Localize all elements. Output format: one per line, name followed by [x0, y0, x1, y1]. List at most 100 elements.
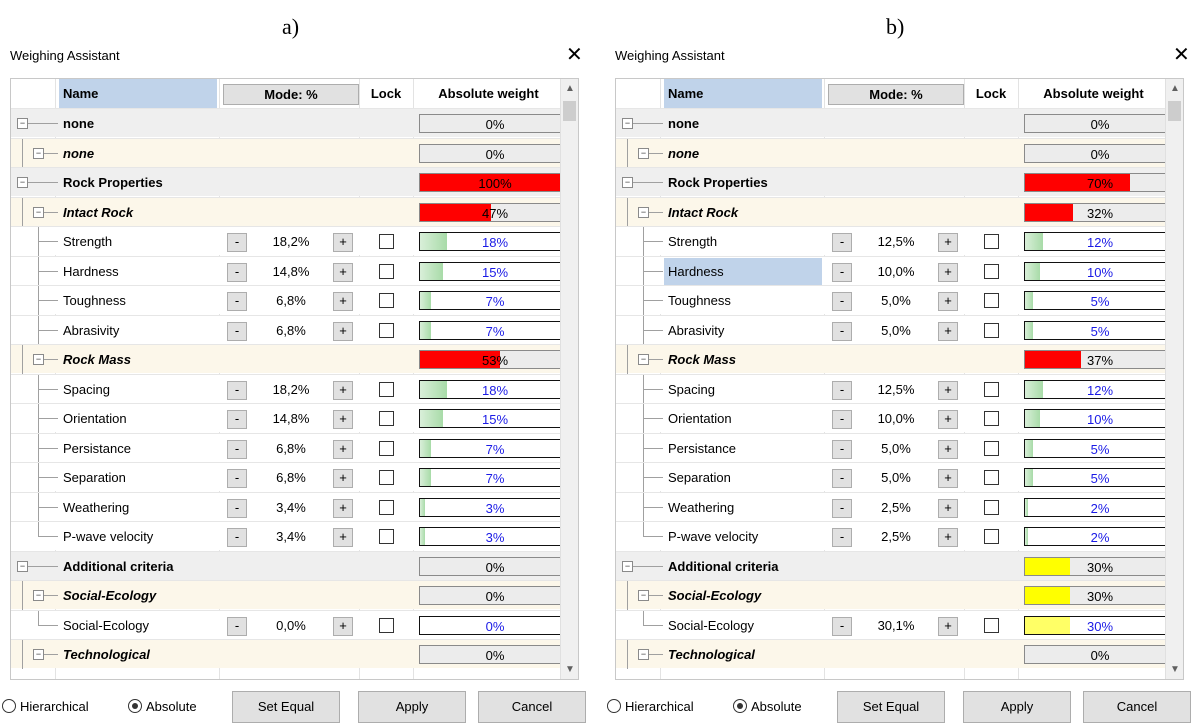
lock-checkbox[interactable]	[984, 617, 999, 633]
apply-button[interactable]: Apply	[358, 691, 466, 723]
decrease-button[interactable]: -	[227, 233, 247, 252]
decrease-button[interactable]: -	[832, 292, 852, 311]
cancel-button[interactable]: Cancel	[478, 691, 586, 723]
criterion-row[interactable]: Separation - 6,8% +7%	[11, 462, 571, 492]
group-row[interactable]: − Technological 0%	[11, 639, 571, 669]
criterion-row[interactable]: Hardness - 14,8% +15%	[11, 255, 571, 286]
mode-button[interactable]: Mode: %	[223, 84, 359, 105]
lock-checkbox[interactable]	[984, 470, 999, 485]
increase-button[interactable]: +	[333, 262, 353, 282]
lock-checkbox[interactable]	[379, 411, 394, 426]
criterion-row[interactable]: Abrasivity - 5,0% +5%	[616, 314, 1176, 345]
close-icon[interactable]: ✕	[1173, 43, 1190, 67]
criterion-row[interactable]: Abrasivity - 6,8% +7%	[11, 314, 571, 345]
criterion-row[interactable]: Strength - 12,5% +12%	[616, 226, 1176, 256]
decrease-button[interactable]: -	[227, 292, 247, 311]
lock-checkbox[interactable]	[984, 322, 999, 338]
radio-hierarchical[interactable]: Hierarchical	[607, 699, 694, 714]
collapse-tree-icon[interactable]: −	[33, 147, 44, 159]
criterion-row[interactable]: Persistance - 5,0% +5%	[616, 432, 1176, 463]
group-row[interactable]: − Additional criteria 0%	[11, 550, 571, 580]
increase-button[interactable]: +	[938, 498, 958, 518]
radio-absolute[interactable]: Absolute	[733, 699, 802, 714]
criterion-row[interactable]: Separation - 5,0% +5%	[616, 462, 1176, 492]
decrease-button[interactable]: -	[227, 616, 247, 636]
decrease-button[interactable]: -	[227, 439, 247, 459]
collapse-tree-icon[interactable]: −	[638, 206, 649, 218]
criterion-row[interactable]: Weathering - 3,4% +3%	[11, 491, 571, 522]
criterion-row[interactable]: Strength - 18,2% +18%	[11, 226, 571, 256]
decrease-button[interactable]: -	[227, 469, 247, 488]
mode-button[interactable]: Mode: %	[828, 84, 964, 105]
decrease-button[interactable]: -	[227, 262, 247, 282]
decrease-button[interactable]: -	[227, 380, 247, 400]
lock-checkbox[interactable]	[379, 529, 394, 544]
increase-button[interactable]: +	[333, 321, 353, 341]
criterion-row[interactable]: Persistance - 6,8% +7%	[11, 432, 571, 463]
group-row[interactable]: − none 0%	[616, 108, 1176, 137]
group-row[interactable]: − Rock Properties 70%	[616, 167, 1176, 196]
decrease-button[interactable]: -	[832, 616, 852, 636]
increase-button[interactable]: +	[333, 380, 353, 400]
criterion-row[interactable]: Toughness - 5,0% +5%	[616, 285, 1176, 315]
increase-button[interactable]: +	[938, 528, 958, 547]
decrease-button[interactable]: -	[227, 498, 247, 518]
decrease-button[interactable]: -	[832, 410, 852, 429]
lock-checkbox[interactable]	[379, 293, 394, 308]
lock-checkbox[interactable]	[379, 322, 394, 338]
radio-circle-icon[interactable]	[733, 699, 747, 713]
lock-checkbox[interactable]	[984, 440, 999, 456]
increase-button[interactable]: +	[938, 616, 958, 636]
group-row[interactable]: − Social-Ecology 0%	[11, 580, 571, 610]
column-header-name[interactable]: Name	[59, 79, 217, 108]
increase-button[interactable]: +	[333, 233, 353, 252]
group-row[interactable]: − Intact Rock 32%	[616, 196, 1176, 227]
scroll-thumb[interactable]	[563, 101, 576, 121]
close-icon[interactable]: ✕	[566, 43, 583, 67]
collapse-tree-icon[interactable]: −	[33, 206, 44, 218]
criterion-row[interactable]: Weathering - 2,5% +2%	[616, 491, 1176, 522]
group-row[interactable]: − Rock Mass 37%	[616, 344, 1176, 374]
lock-checkbox[interactable]	[984, 381, 999, 397]
collapse-tree-icon[interactable]: −	[17, 560, 28, 572]
criterion-row[interactable]: Spacing - 12,5% +12%	[616, 373, 1176, 404]
decrease-button[interactable]: -	[832, 498, 852, 518]
decrease-button[interactable]: -	[227, 528, 247, 547]
vertical-scrollbar[interactable]: ▲ ▼	[560, 79, 578, 679]
criterion-row[interactable]: Hardness - 10,0% +10%	[616, 255, 1176, 286]
increase-button[interactable]: +	[938, 410, 958, 429]
increase-button[interactable]: +	[333, 292, 353, 311]
criterion-row[interactable]: Orientation - 10,0% +10%	[616, 403, 1176, 433]
increase-button[interactable]: +	[938, 233, 958, 252]
increase-button[interactable]: +	[938, 439, 958, 459]
vertical-scrollbar[interactable]: ▲ ▼	[1165, 79, 1183, 679]
lock-checkbox[interactable]	[379, 234, 394, 249]
scroll-up-icon[interactable]: ▲	[565, 83, 575, 94]
collapse-tree-icon[interactable]: −	[638, 354, 649, 365]
lock-checkbox[interactable]	[984, 293, 999, 308]
group-row[interactable]: − none 0%	[11, 137, 571, 168]
criterion-row[interactable]: P-wave velocity - 3,4% +3%	[11, 521, 571, 550]
scroll-down-icon[interactable]: ▼	[565, 664, 575, 675]
criterion-row[interactable]: Social-Ecology - 30,1% +30%	[616, 609, 1176, 639]
increase-button[interactable]: +	[333, 498, 353, 518]
criterion-row[interactable]: Toughness - 6,8% +7%	[11, 285, 571, 315]
collapse-tree-icon[interactable]: −	[33, 649, 44, 660]
collapse-tree-icon[interactable]: −	[622, 560, 633, 572]
increase-button[interactable]: +	[938, 262, 958, 282]
decrease-button[interactable]: -	[227, 321, 247, 341]
lock-checkbox[interactable]	[984, 529, 999, 544]
increase-button[interactable]: +	[938, 469, 958, 488]
radio-circle-icon[interactable]	[607, 699, 621, 713]
radio-hierarchical[interactable]: Hierarchical	[2, 699, 89, 714]
lock-checkbox[interactable]	[984, 411, 999, 426]
lock-checkbox[interactable]	[984, 499, 999, 515]
lock-checkbox[interactable]	[379, 617, 394, 633]
decrease-button[interactable]: -	[832, 262, 852, 282]
group-row[interactable]: − Social-Ecology 30%	[616, 580, 1176, 610]
group-row[interactable]: − Rock Properties 100%	[11, 167, 571, 196]
scroll-thumb[interactable]	[1168, 101, 1181, 121]
increase-button[interactable]: +	[938, 321, 958, 341]
decrease-button[interactable]: -	[832, 469, 852, 488]
set-equal-button[interactable]: Set Equal	[837, 691, 945, 723]
